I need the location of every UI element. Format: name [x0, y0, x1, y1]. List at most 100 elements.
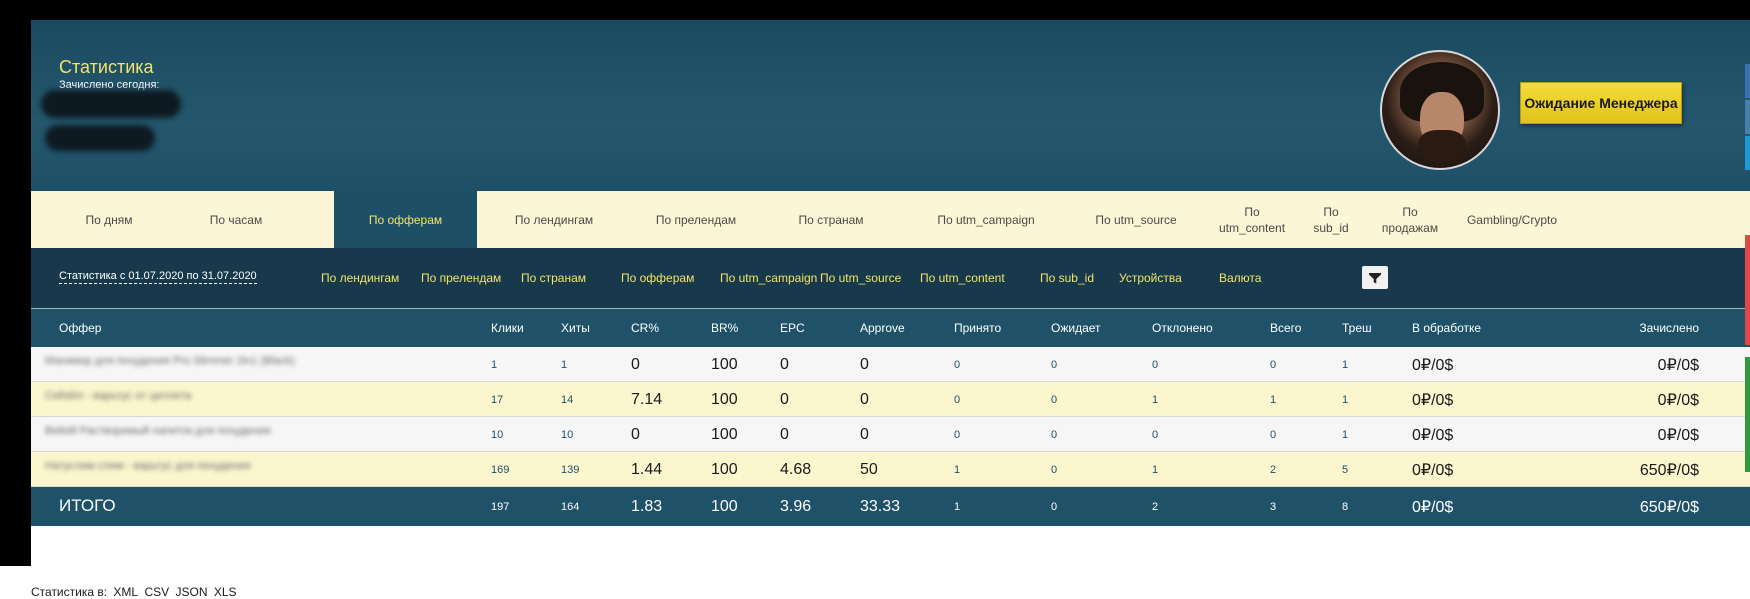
cell-pending: 0 — [1051, 358, 1058, 371]
cell-credited: 650₽/0$ — [1639, 461, 1699, 479]
cell-processing: 0₽/0$ — [1412, 461, 1454, 479]
cell-br: 100 — [711, 460, 738, 478]
col-hits[interactable]: Хиты — [561, 321, 590, 335]
col-br[interactable]: BR% — [711, 321, 738, 335]
filter-by-countries[interactable]: По странам — [521, 271, 586, 285]
tab-by-sub-id[interactable]: По sub_id — [1306, 191, 1356, 248]
col-accepted[interactable]: Принято — [954, 321, 1001, 335]
cell-epc: 0 — [780, 390, 789, 408]
cell-processing: 0₽/0$ — [1412, 356, 1454, 374]
tab-gambling-crypto[interactable]: Gambling/Crypto — [1459, 191, 1565, 248]
cell-cr: 0 — [631, 425, 640, 443]
cell-approve: 50 — [860, 460, 878, 478]
browser-left-bar — [0, 0, 31, 566]
col-processing[interactable]: В обработке — [1412, 321, 1481, 335]
offer-name[interactable]: Beltslil Растворимый напиток для похуден… — [45, 425, 315, 445]
side-tab-red[interactable] — [1745, 235, 1750, 345]
cell-clicks: 169 — [491, 463, 510, 476]
avatar[interactable] — [1380, 50, 1500, 170]
cell-rejected: 0 — [1152, 358, 1159, 371]
filter-by-utm-campaign[interactable]: По utm_campaign — [720, 271, 817, 285]
cell-hits: 14 — [561, 393, 574, 406]
cell-total: 1 — [1270, 393, 1277, 406]
tab-by-countries[interactable]: По странам — [771, 191, 891, 248]
cell-rejected: 1 — [1152, 393, 1159, 406]
export-csv-link[interactable]: CSV — [144, 585, 169, 599]
tab-by-utm-source[interactable]: По utm_source — [1071, 191, 1201, 248]
offer-name[interactable]: Cellslim - варьтус от целлита — [45, 390, 315, 410]
filter-bar: Статистика с 01.07.2020 по 31.07.2020 По… — [31, 248, 1750, 308]
offer-name[interactable]: Маникюр для похудения Pro Slimmer 2in1 (… — [45, 355, 315, 375]
tab-by-utm-campaign[interactable]: По utm_campaign — [911, 191, 1061, 248]
cell-total: 2 — [1270, 463, 1277, 476]
cell-accepted: 0 — [954, 358, 961, 371]
tab-by-landings[interactable]: По лендингам — [499, 191, 609, 248]
cell-credited: 0₽/0$ — [1657, 391, 1699, 409]
cell-rejected: 0 — [1152, 428, 1159, 441]
filter-devices[interactable]: Устройства — [1119, 271, 1182, 285]
tab-by-utm-content[interactable]: По utm_content — [1219, 191, 1285, 248]
waiting-manager-button[interactable]: Ожидание Менеджера — [1520, 82, 1682, 124]
cell-total: 0 — [1270, 358, 1277, 371]
page-header: Статистика Зачислено сегодня: Ожидание М… — [31, 20, 1750, 191]
col-credited[interactable]: Зачислено — [1569, 321, 1699, 335]
table-row: Натуслим слим - варьтус для похудения 16… — [31, 452, 1750, 487]
tab-by-sales[interactable]: По продажам — [1377, 191, 1443, 248]
cell-cr: 7.14 — [631, 390, 663, 408]
period-picker[interactable]: Статистика с 01.07.2020 по 31.07.2020 — [59, 270, 257, 284]
filter-by-sub-id[interactable]: По sub_id — [1040, 271, 1094, 285]
total-total: 3 — [1270, 500, 1277, 513]
col-rejected[interactable]: Отклонено — [1152, 321, 1213, 335]
cell-processing: 0₽/0$ — [1412, 426, 1454, 444]
filter-by-utm-content[interactable]: По utm_content — [920, 271, 1005, 285]
cell-credited: 0₽/0$ — [1657, 356, 1699, 374]
col-trash[interactable]: Треш — [1342, 321, 1372, 335]
export-json-link[interactable]: JSON — [175, 585, 207, 599]
cell-cr: 1.44 — [631, 460, 663, 478]
total-clicks: 197 — [491, 500, 510, 513]
col-clicks[interactable]: Клики — [491, 321, 524, 335]
total-pending: 0 — [1051, 500, 1058, 513]
export-xml-link[interactable]: XML — [113, 585, 138, 599]
redacted-value — [41, 90, 181, 118]
col-cr[interactable]: CR% — [631, 321, 659, 335]
tab-by-offers[interactable]: По офферам — [334, 191, 477, 248]
col-offer[interactable]: Оффер — [59, 321, 101, 335]
export-xls-link[interactable]: XLS — [214, 585, 237, 599]
cell-epc: 0 — [780, 425, 789, 443]
cell-hits: 10 — [561, 428, 574, 441]
cell-approve: 0 — [860, 390, 869, 408]
filter-by-prelandings[interactable]: По прелендам — [421, 271, 501, 285]
cell-epc: 4.68 — [780, 460, 812, 478]
filter-by-landings[interactable]: По лендингам — [321, 271, 399, 285]
page-title: Статистика — [59, 57, 154, 77]
filter-button[interactable] — [1362, 266, 1388, 289]
side-tab-cyan[interactable] — [1745, 136, 1750, 170]
redacted-value — [45, 125, 155, 151]
col-pending[interactable]: Ожидает — [1051, 321, 1101, 335]
cell-accepted: 0 — [954, 428, 961, 441]
tab-by-prelandings[interactable]: По прелендам — [631, 191, 761, 248]
cell-accepted: 1 — [954, 463, 961, 476]
export-label: Статистика в: — [31, 585, 108, 599]
side-tab-blue[interactable] — [1745, 64, 1750, 98]
filter-by-utm-source[interactable]: По utm_source — [820, 271, 901, 285]
cell-total: 0 — [1270, 428, 1277, 441]
cell-accepted: 0 — [954, 393, 961, 406]
col-epc[interactable]: EPC — [780, 321, 805, 335]
col-total[interactable]: Всего — [1270, 321, 1301, 335]
tab-by-hours[interactable]: По часам — [181, 191, 291, 248]
cell-br: 100 — [711, 390, 738, 408]
side-tab-green[interactable] — [1745, 357, 1750, 472]
col-approve[interactable]: Approve — [860, 321, 905, 335]
filter-currency[interactable]: Валюта — [1219, 271, 1261, 285]
cell-trash: 5 — [1342, 463, 1349, 476]
tab-by-days[interactable]: По дням — [59, 191, 159, 248]
offer-name[interactable]: Натуслим слим - варьтус для похудения — [45, 460, 315, 480]
filter-by-offers[interactable]: По офферам — [621, 271, 694, 285]
table-row: Cellslim - варьтус от целлита 17 14 7.14… — [31, 382, 1750, 417]
total-processing: 0₽/0$ — [1412, 498, 1454, 516]
total-trash: 8 — [1342, 500, 1349, 513]
side-tab-steel[interactable] — [1745, 100, 1750, 134]
stats-app: Статистика Зачислено сегодня: Ожидание М… — [31, 20, 1750, 565]
